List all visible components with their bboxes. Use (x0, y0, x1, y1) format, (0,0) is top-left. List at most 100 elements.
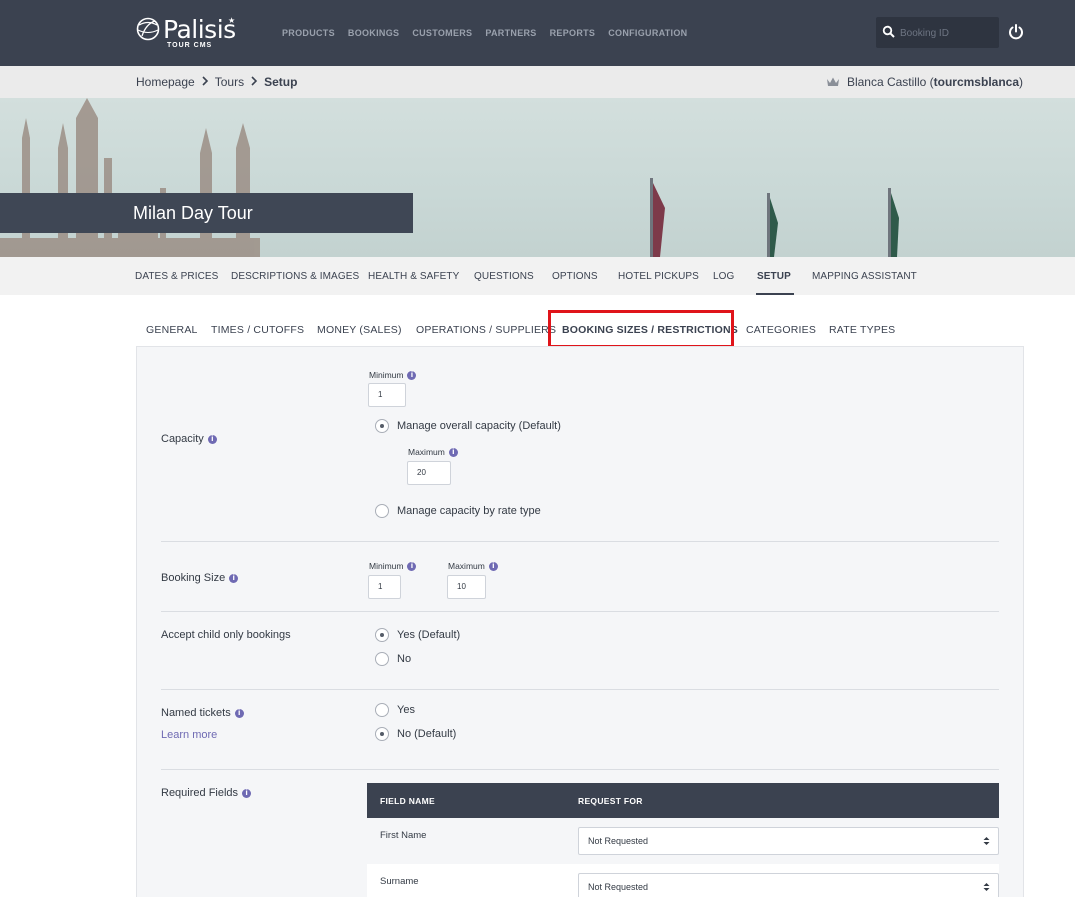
nav-customers[interactable]: CUSTOMERS (412, 28, 472, 38)
breadcrumb-homepage[interactable]: Homepage (136, 75, 195, 89)
capacity-maximum-input[interactable]: 20 (407, 461, 451, 485)
tab-hotel-pickups[interactable]: HOTEL PICKUPS (618, 271, 699, 282)
request-for-value: Not Requested (588, 882, 649, 892)
child-only-label-text: Accept child only bookings (161, 629, 291, 641)
top-bar: Palisis ★ TOUR CMS PRODUCTS BOOKINGS CUS… (0, 0, 1075, 66)
child-only-label: Accept child only bookings (161, 629, 291, 641)
booking-size-minimum-input[interactable]: 1 (368, 575, 401, 599)
select-arrows-icon (983, 837, 990, 845)
tab-health-safety[interactable]: HEALTH & SAFETY (368, 271, 459, 282)
section-divider (161, 689, 999, 690)
table-row: First Name Not Requested (367, 818, 999, 864)
subtab-money-sales[interactable]: MONEY (SALES) (317, 324, 402, 336)
info-icon[interactable]: i (448, 447, 458, 457)
info-icon[interactable]: i (242, 788, 252, 798)
booking-size-maximum-input[interactable]: 10 (447, 575, 486, 599)
crown-icon (826, 77, 839, 86)
nav-reports[interactable]: REPORTS (550, 28, 596, 38)
user-name: Blanca Castillo ( (846, 75, 934, 89)
power-icon[interactable] (1007, 23, 1025, 41)
info-icon[interactable]: i (488, 561, 498, 571)
breadcrumb: Homepage Tours Setup (136, 75, 297, 89)
capacity-minimum-label: Minimum i (369, 370, 417, 380)
field-name: First Name (380, 830, 427, 841)
radio-dot-selected (375, 419, 389, 433)
logo-text: Palisis (163, 15, 236, 44)
required-fields-table-header: FIELD NAME REQUEST FOR (367, 783, 999, 818)
child-only-no-label: No (397, 653, 412, 665)
tab-log[interactable]: LOG (713, 271, 734, 282)
child-only-yes-radio[interactable]: Yes (Default) (375, 628, 460, 642)
tab-setup[interactable]: SETUP (757, 271, 791, 282)
nav-partners[interactable]: PARTNERS (485, 28, 536, 38)
logo-star-icon: ★ (228, 16, 236, 25)
booking-size-maximum-label: Maximum i (448, 561, 498, 571)
booking-size-label: Booking Size i (161, 572, 239, 584)
booking-size-minimum-label-text: Minimum (369, 561, 404, 571)
tab-mapping-assistant[interactable]: MAPPING ASSISTANT (812, 271, 917, 282)
breadcrumb-bar: Homepage Tours Setup Blanca Castillo (to… (0, 66, 1075, 98)
subtab-rate-types[interactable]: RATE TYPES (829, 324, 895, 336)
child-only-no-radio[interactable]: No (375, 652, 411, 666)
tab-questions[interactable]: QUESTIONS (474, 271, 534, 282)
palisis-logo[interactable]: Palisis ★ TOUR CMS (135, 14, 245, 54)
named-tickets-yes-label: Yes (397, 704, 415, 716)
highlight-box (548, 310, 734, 348)
capacity-rate-type-radio[interactable]: Manage capacity by rate type (375, 504, 541, 518)
table-row: Surname Not Requested (367, 864, 999, 897)
capacity-maximum-label: Maximum i (408, 447, 458, 457)
tour-hero-banner: Milan Day Tour (0, 98, 1075, 257)
breadcrumb-tours[interactable]: Tours (215, 75, 244, 89)
required-fields-label: Required Fields i (161, 787, 252, 799)
named-tickets-no-radio[interactable]: No (Default) (375, 727, 456, 741)
subtab-general[interactable]: GENERAL (146, 324, 198, 336)
request-for-select[interactable]: Not Requested (578, 873, 999, 897)
tour-title-box: Milan Day Tour (0, 193, 413, 233)
nav-products[interactable]: PRODUCTS (282, 28, 335, 38)
request-for-select[interactable]: Not Requested (578, 827, 999, 855)
radio-dot-selected (375, 628, 389, 642)
column-field-name: FIELD NAME (380, 796, 435, 806)
section-divider (161, 541, 999, 542)
capacity-minimum-label-text: Minimum (369, 370, 404, 380)
subtab-times-cutoffs[interactable]: TIMES / CUTOFFS (211, 324, 304, 336)
capacity-maximum-label-text: Maximum (408, 447, 445, 457)
active-tab-underline (756, 293, 794, 295)
named-tickets-yes-radio[interactable]: Yes (375, 703, 415, 717)
subtab-categories[interactable]: CATEGORIES (746, 324, 816, 336)
radio-dot-selected (375, 727, 389, 741)
booking-size-maximum-label-text: Maximum (448, 561, 485, 571)
search-icon[interactable] (882, 25, 896, 39)
learn-more-link[interactable]: Learn more (161, 729, 217, 741)
radio-dot (375, 652, 389, 666)
user-account[interactable]: Blanca Castillo (tourcmsblanca) (826, 75, 1023, 89)
chevron-right-icon (250, 75, 258, 89)
milan-cathedral-image (0, 98, 899, 257)
column-request-for: REQUEST FOR (578, 796, 643, 806)
select-arrows-icon (983, 883, 990, 891)
breadcrumb-current: Setup (264, 75, 298, 89)
radio-dot (375, 504, 389, 518)
tab-descriptions-images[interactable]: DESCRIPTIONS & IMAGES (231, 271, 359, 282)
info-icon[interactable]: i (407, 370, 417, 380)
required-fields-label-text: Required Fields (161, 787, 239, 799)
top-navigation: PRODUCTS BOOKINGS CUSTOMERS PARTNERS REP… (282, 28, 687, 38)
logo-subtitle: TOUR CMS (167, 42, 213, 49)
booking-id-input[interactable] (900, 25, 995, 41)
capacity-minimum-input[interactable]: 1 (368, 383, 406, 407)
nav-bookings[interactable]: BOOKINGS (348, 28, 399, 38)
capacity-overall-radio[interactable]: Manage overall capacity (Default) (375, 419, 561, 433)
info-icon[interactable]: i (229, 573, 239, 583)
tab-dates-prices[interactable]: DATES & PRICES (135, 271, 218, 282)
nav-configuration[interactable]: CONFIGURATION (608, 28, 687, 38)
info-icon[interactable]: i (407, 561, 417, 571)
field-name: Surname (380, 876, 419, 887)
booking-search (876, 17, 999, 48)
subtab-operations-suppliers[interactable]: OPERATIONS / SUPPLIERS (416, 324, 556, 336)
booking-size-label-text: Booking Size (161, 572, 226, 584)
info-icon[interactable]: i (234, 708, 244, 718)
globe-logo-icon (136, 17, 160, 41)
tab-options[interactable]: OPTIONS (552, 271, 598, 282)
named-tickets-no-label: No (Default) (397, 728, 457, 740)
info-icon[interactable]: i (207, 434, 217, 444)
